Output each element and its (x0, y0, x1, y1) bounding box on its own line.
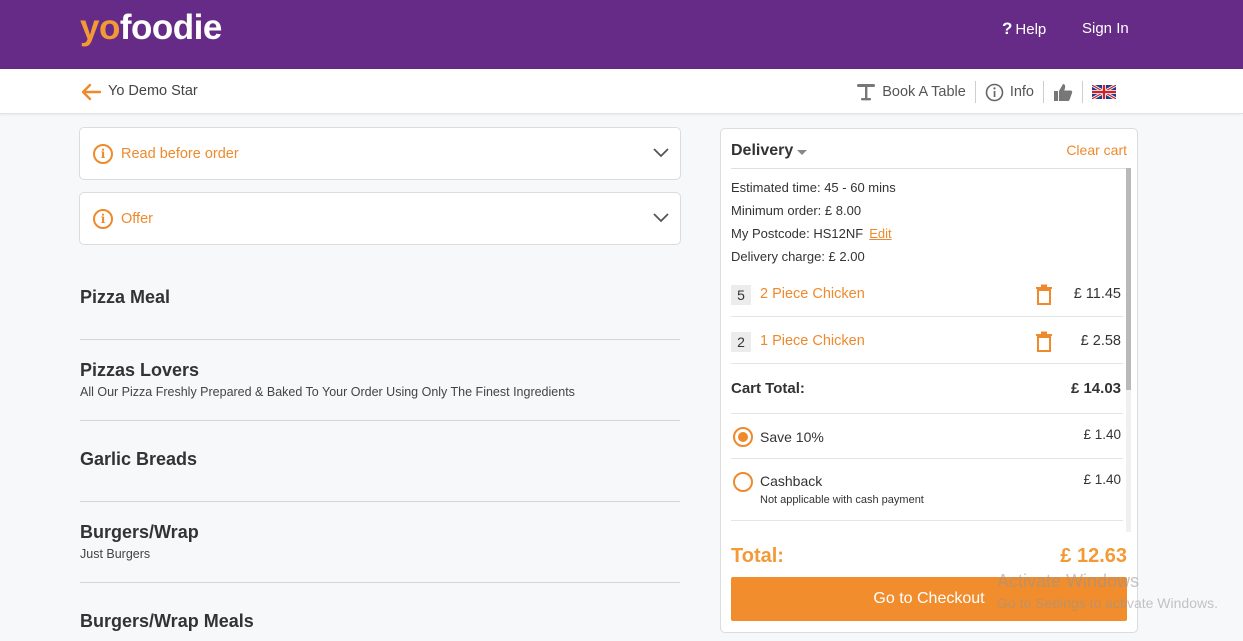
trash-icon[interactable] (1035, 331, 1053, 352)
save-radio[interactable] (733, 427, 753, 447)
category-pizza-meal[interactable]: Pizza Meal (80, 287, 680, 308)
item-quantity[interactable]: 5 (731, 285, 751, 305)
logo-yo: yo (80, 8, 120, 47)
option-value: £ 1.40 (1083, 472, 1121, 487)
category-title: Pizza Meal (80, 287, 171, 307)
item-price: £ 2.58 (1080, 333, 1121, 349)
book-table-label: Book A Table (882, 84, 966, 100)
delivery-charge: Delivery charge: £ 2.00 (731, 249, 865, 264)
back-arrow-icon[interactable] (80, 81, 102, 103)
category-description: All Our Pizza Freshly Prepared & Baked T… (80, 385, 575, 399)
read-before-order-accordion[interactable]: i Read before order (79, 127, 681, 180)
option-label: Cashback (760, 473, 823, 489)
divider (80, 501, 680, 502)
scrollbar-thumb[interactable] (1126, 168, 1131, 390)
category-title: Garlic Breads (80, 449, 198, 469)
total-label: Total: (731, 545, 784, 567)
category-title: Pizzas Lovers (80, 360, 200, 380)
info-button[interactable]: Info (976, 81, 1044, 103)
postcode-line: My Postcode: HS12NF Edit (731, 226, 892, 241)
divider (80, 420, 680, 421)
postcode: My Postcode: HS12NF (731, 226, 864, 241)
thumbs-up-icon (1054, 83, 1073, 101)
category-pizzas-lovers[interactable]: Pizzas Lovers All Our Pizza Freshly Prep… (80, 360, 680, 399)
signin-link[interactable]: Sign In (1082, 20, 1129, 37)
category-garlic-breads[interactable]: Garlic Breads (80, 449, 680, 470)
restaurant-bar: Yo Demo Star Book A Table Info (0, 69, 1243, 114)
restaurant-name: Yo Demo Star (108, 83, 198, 99)
delivery-mode-dropdown[interactable]: Delivery (731, 142, 808, 160)
edit-postcode-link[interactable]: Edit (869, 226, 891, 241)
top-header: yofoodie ? Help Sign In (0, 0, 1243, 69)
discount-option-cashback[interactable]: Cashback Not applicable with cash paymen… (731, 459, 1123, 521)
book-table-button[interactable]: Book A Table (847, 81, 976, 103)
cart-scroll-area[interactable]: Estimated time: 45 - 60 mins Minimum ord… (731, 169, 1123, 561)
total-value: £ 12.63 (1060, 545, 1127, 567)
help-link[interactable]: ? Help (1002, 19, 1046, 39)
windows-watermark-subtitle: Go to Settings to activate Windows. (997, 595, 1218, 611)
delivery-mode-label: Delivery (731, 142, 794, 159)
question-icon: ? (1002, 19, 1013, 38)
item-quantity[interactable]: 2 (731, 332, 751, 352)
offer-accordion[interactable]: i Offer (79, 192, 681, 245)
cart-total-row: Cart Total: £ 14.03 (731, 365, 1123, 414)
language-button[interactable] (1083, 81, 1125, 103)
table-icon (857, 84, 876, 101)
info-label: Info (1009, 84, 1034, 100)
category-burgers-wrap[interactable]: Burgers/Wrap Just Burgers (80, 522, 680, 561)
cart-total-value: £ 14.03 (1070, 380, 1121, 397)
option-label: Save 10% (760, 429, 824, 445)
cart-panel: Delivery Clear cart Estimated time: 45 -… (720, 128, 1138, 633)
info-circle-icon (985, 83, 1004, 101)
cart-item: 2 1 Piece Chicken £ 2.58 (731, 318, 1123, 364)
trash-icon[interactable] (1035, 284, 1053, 305)
info-icon: i (93, 208, 113, 229)
accordion-label: Offer (121, 210, 153, 227)
help-label: Help (1015, 20, 1047, 38)
cart-total-label: Cart Total: (731, 380, 805, 397)
clear-cart-link[interactable]: Clear cart (1066, 142, 1127, 158)
chevron-down-icon (653, 148, 669, 158)
divider (80, 339, 680, 340)
cart-scrollbar[interactable] (1126, 168, 1131, 532)
option-note: Not applicable with cash payment (760, 494, 924, 506)
cart-item: 5 2 Piece Chicken £ 11.45 (731, 271, 1123, 317)
item-price: £ 11.45 (1073, 286, 1121, 302)
divider (80, 582, 680, 583)
chevron-down-icon (653, 213, 669, 223)
option-value: £ 1.40 (1083, 427, 1121, 442)
item-name[interactable]: 1 Piece Chicken (760, 333, 865, 349)
uk-flag-icon (1092, 85, 1116, 99)
estimated-time: Estimated time: 45 - 60 mins (731, 180, 896, 195)
like-button[interactable] (1044, 81, 1083, 103)
windows-watermark-title: Activate Windows (997, 571, 1140, 591)
accordion-label: Read before order (121, 145, 239, 162)
cashback-radio[interactable] (733, 472, 753, 492)
restaurant-actions: Book A Table Info (847, 80, 1125, 104)
category-description: Just Burgers (80, 547, 151, 561)
cart-header: Delivery Clear cart (731, 129, 1127, 169)
caret-down-icon (797, 149, 808, 155)
item-name[interactable]: 2 Piece Chicken (760, 286, 865, 302)
category-burgers-wrap-meals[interactable]: Burgers/Wrap Meals (80, 611, 680, 632)
minimum-order: Minimum order: £ 8.00 (731, 203, 862, 218)
category-title: Burgers/Wrap Meals (80, 611, 254, 631)
logo-foodie: foodie (119, 8, 222, 47)
info-icon: i (93, 143, 113, 164)
discount-option-save[interactable]: Save 10% £ 1.40 (731, 414, 1123, 459)
category-title: Burgers/Wrap (80, 522, 199, 542)
logo[interactable]: yofoodie (80, 8, 222, 48)
